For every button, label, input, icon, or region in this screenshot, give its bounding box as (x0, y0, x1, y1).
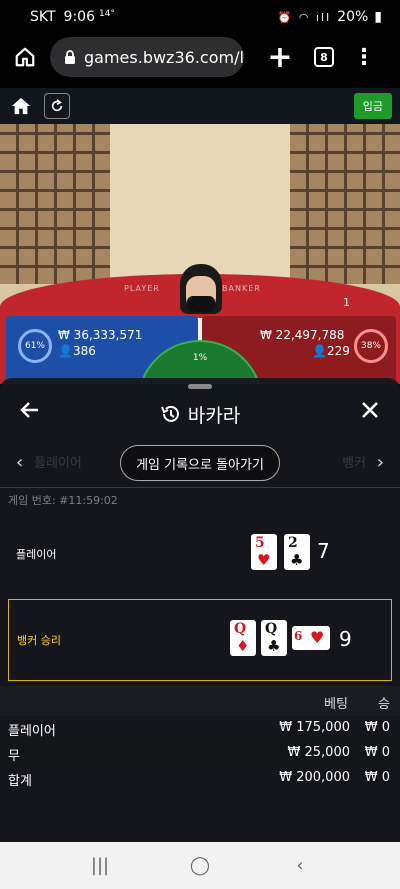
bet-total-row: 합계 ₩ 200,000 ₩ 0 (8, 770, 390, 789)
ghost-banker-label: 뱅커 (342, 456, 366, 471)
clock: 9:06 (63, 9, 95, 25)
android-nav-bar: ||| ◯ ‹ (0, 842, 400, 889)
temperature: 14° (99, 9, 115, 19)
banker-percent-ring: 38% (354, 329, 388, 363)
card-5-hearts: 5 ♥ (251, 534, 277, 570)
plus-icon: + (267, 39, 293, 75)
player-label: 플레이어 (16, 548, 57, 561)
game-header: 입금 (0, 88, 400, 124)
user-icon: 👤 (312, 344, 327, 358)
browser-home-button[interactable] (0, 34, 50, 80)
new-tab-button[interactable]: + (256, 34, 304, 80)
history-nav: 플레이어 뱅커 ‹ 게임 기록으로 돌아가기 › (0, 440, 400, 486)
column-bet: 베팅 (324, 697, 348, 712)
screen: SKT 9:06 14° ⏰ ◠ ıll 20% ▮ games.bwz36.c… (0, 0, 400, 889)
prev-round-button[interactable]: ‹ (16, 452, 23, 473)
banker-win-label: 뱅커 승리 (17, 634, 61, 647)
card-2-clubs: 2 ♣ (284, 534, 310, 570)
history-icon (160, 405, 179, 422)
player-result-row: 플레이어 5 ♥ 2 ♣ 7 (8, 526, 392, 580)
bet-row: 플레이어 ₩ 175,000 ₩ 0 (8, 720, 390, 739)
lattice-panel-left (0, 124, 110, 284)
url-text: games.bwz36.com/l (84, 47, 244, 67)
carrier-label: SKT (30, 9, 56, 25)
banker-bettor-count: 👤229 (312, 344, 350, 358)
user-icon: 👤 (58, 344, 73, 358)
home-icon (11, 97, 31, 115)
home-circle-icon[interactable]: ◯ (180, 855, 220, 876)
status-bar: SKT 9:06 14° ⏰ ◠ ıll 20% ▮ (0, 0, 400, 34)
banker-bet-total: ₩ 22,497,788 (260, 328, 345, 342)
recents-icon[interactable]: ||| (80, 855, 120, 876)
return-to-history-button[interactable]: 게임 기록으로 돌아가기 (120, 445, 280, 481)
sheet-title: 바카라 (187, 404, 241, 427)
bet-row: 무 ₩ 25,000 ₩ 0 (0, 741, 400, 766)
tie-percent: 1% (192, 353, 208, 363)
shoe-number: 1 (343, 296, 350, 309)
home-icon (15, 47, 35, 67)
round-number: 게임 번호: #11:59:02 (8, 494, 118, 507)
tab-count: 8 (314, 47, 334, 67)
lobby-home-button[interactable] (8, 93, 34, 119)
battery-level: 20% (337, 9, 369, 25)
player-bet-total: ₩ 36,333,571 (58, 328, 143, 342)
divider (0, 487, 400, 488)
close-button[interactable] (360, 398, 380, 426)
banker-total: 9 (339, 627, 352, 651)
bet-table-header: 베팅 승 (0, 686, 400, 716)
refresh-button[interactable] (44, 93, 70, 119)
player-bettor-count: 👤386 (58, 344, 96, 358)
tab-switcher-button[interactable]: 8 (304, 34, 344, 80)
browser-menu-button[interactable]: ⋮ (344, 34, 384, 80)
card-q-diamonds: Q ♦ (230, 620, 256, 656)
banker-result-row: 뱅커 승리 Q ♦ Q ♣ 6 ♥ 9 (8, 599, 392, 681)
card-q-clubs: Q ♣ (261, 620, 287, 656)
card-6-hearts-sideways: 6 ♥ (292, 626, 330, 650)
back-chevron-icon[interactable]: ‹ (280, 855, 320, 876)
browser-toolbar: games.bwz36.com/l + 8 ⋮ (0, 34, 400, 80)
game-history-sheet: 바카라 플레이어 뱅커 ‹ 게임 기록으로 돌아가기 › 게임 번호: #11:… (0, 378, 400, 842)
column-win: 승 (378, 697, 390, 712)
refresh-icon (51, 99, 63, 112)
lock-icon (65, 50, 75, 64)
lattice-panel-right (290, 124, 400, 284)
close-icon (362, 402, 378, 418)
ghost-player-label: 플레이어 (34, 456, 82, 471)
more-vert-icon: ⋮ (353, 44, 375, 70)
player-total: 7 (317, 539, 330, 563)
player-percent-ring: 61% (18, 329, 52, 363)
battery-icon: ▮ (374, 9, 382, 25)
deposit-button[interactable]: 입금 (353, 93, 392, 119)
alarm-wifi-signal-icons: ⏰ ◠ ıll (277, 10, 332, 24)
next-round-button[interactable]: › (377, 452, 384, 473)
address-bar[interactable]: games.bwz36.com/l (50, 37, 244, 77)
sheet-header: 바카라 (0, 394, 400, 434)
drag-handle[interactable] (188, 384, 212, 389)
